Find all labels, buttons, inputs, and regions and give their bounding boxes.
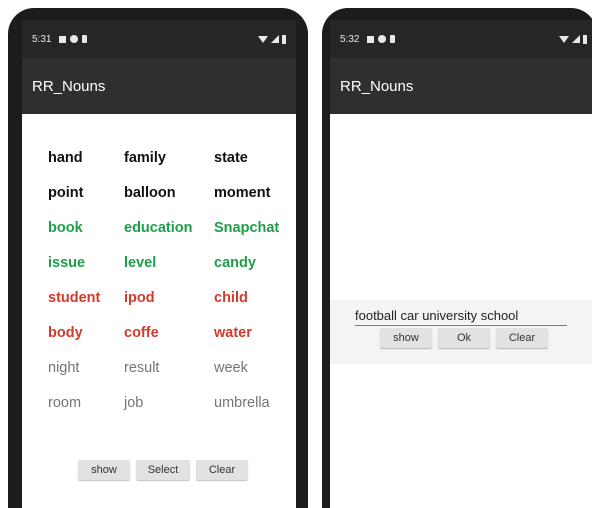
right-button-row: show Ok Clear [330, 328, 592, 348]
notification-icon [59, 35, 67, 43]
wifi-icon [258, 35, 268, 43]
noun-word[interactable]: candy [214, 253, 294, 273]
right-screen: 5:32 RR_Nouns football car university sc… [330, 20, 592, 508]
clear-button[interactable]: Clear [496, 328, 548, 348]
noun-word[interactable]: result [124, 358, 214, 378]
status-time: 5:32 [340, 33, 360, 45]
right-phone: 5:32 RR_Nouns football car university sc… [322, 8, 592, 508]
noun-word[interactable]: room [48, 393, 124, 413]
noun-word[interactable]: job [124, 393, 214, 413]
show-button[interactable]: show [78, 460, 130, 480]
status-time: 5:31 [32, 33, 52, 45]
left-screen: 5:31 RR_Nouns hand family state point balloo… [22, 20, 296, 508]
signal-icon [572, 35, 580, 43]
sd-card-icon [390, 35, 396, 43]
noun-word[interactable]: level [124, 253, 214, 273]
noun-word[interactable]: balloon [124, 183, 214, 203]
notification-icon [367, 35, 375, 43]
noun-word[interactable]: moment [214, 183, 294, 203]
wifi-icon [559, 35, 569, 43]
sync-icon [378, 35, 387, 43]
app-bar: RR_Nouns [330, 58, 592, 114]
left-button-row: show Select Clear [30, 460, 296, 480]
noun-word[interactable]: umbrella [214, 393, 294, 413]
nouns-text-field[interactable]: football car university school [355, 308, 567, 326]
noun-word[interactable]: family [124, 148, 214, 168]
ok-button[interactable]: Ok [438, 328, 490, 348]
sd-card-icon [82, 35, 88, 43]
status-bar: 5:32 [330, 20, 592, 58]
noun-word[interactable]: water [214, 323, 294, 343]
noun-word[interactable]: student [48, 288, 124, 308]
battery-icon [583, 34, 587, 44]
noun-word[interactable]: hand [48, 148, 124, 168]
noun-word[interactable]: week [214, 358, 294, 378]
noun-word[interactable]: body [48, 323, 124, 343]
app-title: RR_Nouns [32, 77, 106, 95]
status-bar: 5:31 [22, 20, 296, 58]
battery-icon [282, 34, 286, 44]
noun-word[interactable]: book [48, 218, 124, 238]
clear-button[interactable]: Clear [196, 460, 248, 480]
signal-icon [271, 35, 279, 43]
noun-word[interactable]: state [214, 148, 294, 168]
show-button[interactable]: show [380, 328, 432, 348]
noun-word[interactable]: ipod [124, 288, 214, 308]
noun-word[interactable]: issue [48, 253, 124, 273]
noun-word[interactable]: point [48, 183, 124, 203]
word-grid: hand family state point balloon moment book edu… [22, 148, 296, 413]
select-button[interactable]: Select [136, 460, 190, 480]
noun-word[interactable]: coffe [124, 323, 214, 343]
sync-icon [70, 35, 79, 43]
left-phone: 5:31 RR_Nouns hand family state point balloo… [8, 8, 308, 508]
noun-word[interactable]: night [48, 358, 124, 378]
app-bar: RR_Nouns [22, 58, 296, 114]
noun-word[interactable]: education [124, 218, 214, 238]
noun-word[interactable]: Snapchat [214, 218, 294, 238]
app-title: RR_Nouns [340, 77, 414, 95]
noun-word[interactable]: child [214, 288, 294, 308]
